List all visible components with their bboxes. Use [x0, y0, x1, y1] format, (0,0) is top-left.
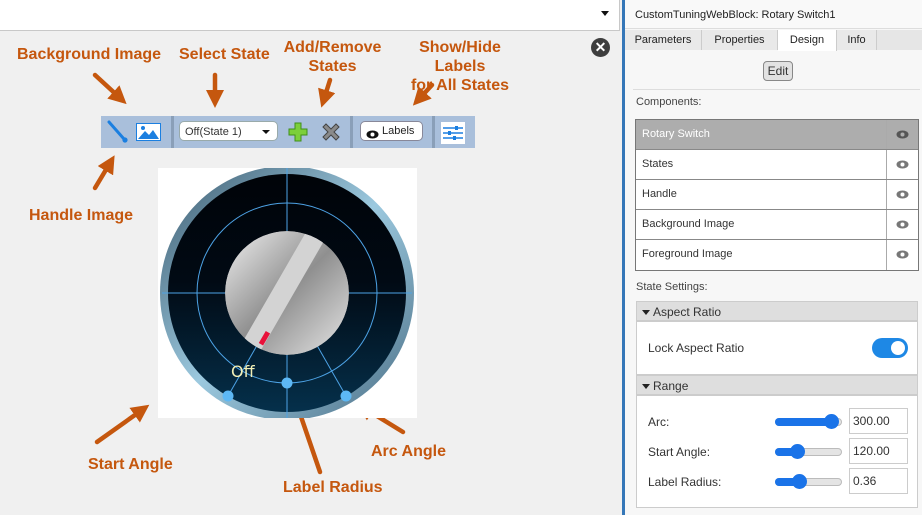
- arc-label: Arc:: [648, 415, 670, 429]
- eye-icon: [896, 250, 909, 259]
- components-table: Rotary Switch States Handle Background I…: [635, 119, 919, 271]
- component-row[interactable]: Foreground Image: [636, 240, 918, 270]
- visibility-toggle[interactable]: [886, 240, 918, 270]
- range-header[interactable]: Range: [636, 375, 918, 395]
- range-title: Range: [653, 379, 689, 393]
- eye-icon: [896, 220, 909, 229]
- label-radius-slider[interactable]: [775, 474, 842, 489]
- lock-aspect-ratio-label: Lock Aspect Ratio: [648, 341, 745, 355]
- component-row[interactable]: Rotary Switch: [636, 120, 918, 150]
- arc-input[interactable]: 300.00: [849, 408, 908, 434]
- tab-parameters[interactable]: Parameters: [625, 30, 702, 50]
- start-angle-label: Start Angle:: [648, 445, 711, 459]
- arrow-show-hide-labels: [412, 82, 435, 106]
- inspector-title: CustomTuningWebBlock: Rotary Switch1: [625, 0, 922, 29]
- visibility-toggle[interactable]: [886, 150, 918, 179]
- arrow-background-image: [92, 72, 127, 105]
- tab-design[interactable]: Design: [778, 30, 837, 51]
- caret-down-icon: [642, 310, 650, 315]
- component-name: Background Image: [642, 218, 735, 230]
- visibility-toggle[interactable]: [886, 120, 918, 149]
- component-name: States: [642, 158, 674, 170]
- component-row[interactable]: Background Image: [636, 210, 918, 240]
- visibility-toggle[interactable]: [886, 210, 918, 239]
- arc-slider[interactable]: [775, 414, 842, 429]
- property-inspector: CustomTuningWebBlock: Rotary Switch1 Par…: [622, 0, 922, 515]
- rotary-switch-canvas[interactable]: Off: [158, 166, 417, 420]
- label-radius-input[interactable]: 0.36: [849, 468, 908, 494]
- label-radius-point: [281, 377, 293, 389]
- component-name: Handle: [642, 188, 677, 200]
- component-name: Rotary Switch: [642, 128, 710, 140]
- rotary-switch: Off: [160, 166, 414, 420]
- label-radius-label: Label Radius:: [648, 475, 722, 489]
- state-label: Off: [231, 362, 256, 381]
- state-settings-label: State Settings:: [636, 281, 708, 293]
- component-row[interactable]: Handle: [636, 180, 918, 210]
- divider: [633, 89, 920, 90]
- eye-icon: [896, 130, 909, 139]
- slider-thumb[interactable]: [823, 414, 839, 429]
- caret-down-icon: [642, 384, 650, 389]
- start-angle-point: [222, 390, 234, 402]
- visibility-toggle[interactable]: [886, 180, 918, 209]
- component-row[interactable]: States: [636, 150, 918, 180]
- start-angle-input[interactable]: 120.00: [849, 438, 908, 464]
- toggle-knob: [891, 341, 905, 355]
- component-name: Foreground Image: [642, 248, 733, 260]
- arrow-add-remove: [318, 77, 336, 108]
- edit-button[interactable]: Edit: [763, 61, 793, 81]
- lock-aspect-ratio-toggle[interactable]: [872, 338, 908, 358]
- start-angle-slider[interactable]: [775, 444, 842, 459]
- canvas-pane: ✕ Background Image Select State Add/Remo…: [0, 0, 620, 515]
- arrow-start-angle: [94, 404, 150, 445]
- aspect-ratio-header[interactable]: Aspect Ratio: [636, 301, 918, 321]
- eye-icon: [896, 190, 909, 199]
- tab-properties[interactable]: Properties: [702, 30, 778, 50]
- components-label: Components:: [636, 96, 702, 108]
- arrow-handle-image: [92, 155, 115, 191]
- aspect-ratio-title: Aspect Ratio: [653, 305, 722, 319]
- eye-icon: [896, 160, 909, 169]
- inspector-tabs: Parameters Properties Design Info: [625, 30, 922, 51]
- tab-info[interactable]: Info: [837, 30, 877, 50]
- arc-angle-point: [340, 390, 352, 402]
